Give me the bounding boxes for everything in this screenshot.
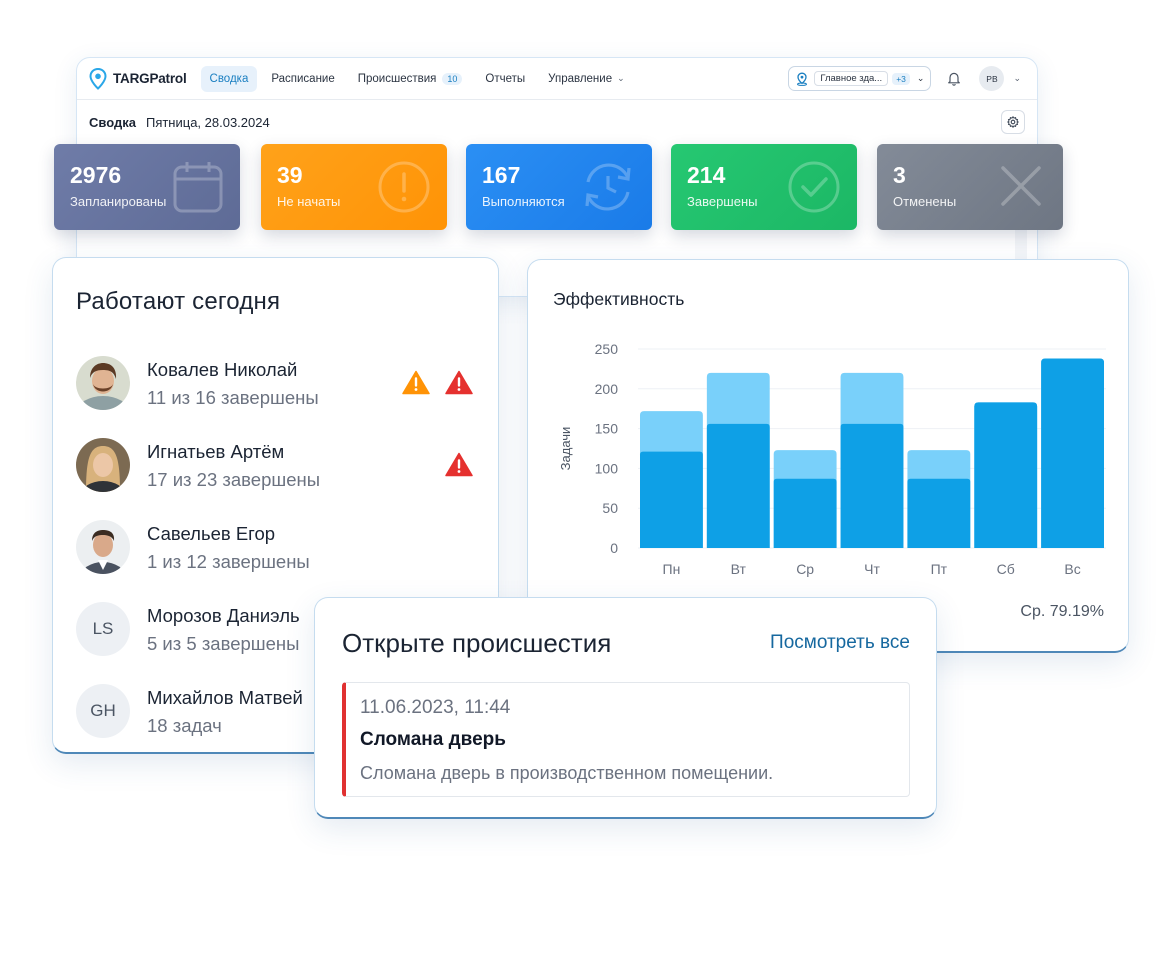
worker-row[interactable]: Савельев Егор 1 из 12 завершены — [76, 520, 496, 576]
nav-management-label: Управление — [548, 72, 613, 85]
bar-completed — [640, 451, 703, 548]
x-icon — [1001, 166, 1041, 206]
location-name: Главное зда... — [814, 71, 889, 86]
stat-card-completed[interactable]: 214 Завершены — [671, 144, 857, 230]
chevron-down-icon: ⌄ — [617, 73, 625, 83]
worker-name: Ковалев Николай — [147, 359, 298, 380]
bar-completed — [1041, 358, 1104, 548]
x-tick-label: Пт — [931, 561, 948, 577]
settings-button[interactable] — [1001, 110, 1025, 134]
y-tick-label: 250 — [595, 341, 619, 357]
page-title: Сводка — [89, 114, 136, 130]
refresh-clock-icon — [585, 163, 631, 211]
view-all-link[interactable]: Посмотреть все — [770, 632, 910, 654]
chevron-down-icon: ⌄ — [916, 73, 925, 83]
worker-progress: 18 задач — [147, 715, 222, 736]
avatar — [76, 520, 130, 574]
avatar — [76, 356, 130, 410]
worker-name: Морозов Даниэль — [147, 605, 300, 626]
x-tick-label: Вт — [731, 561, 747, 577]
y-tick-label: 200 — [595, 381, 619, 397]
incidents-panel: Открыте происшестия Посмотреть все 11.06… — [314, 597, 937, 819]
stat-card-cancelled[interactable]: 3 Отменены — [877, 144, 1063, 230]
incidents-count-badge: 10 — [442, 72, 463, 85]
worker-name: Игнатьев Артём — [147, 441, 285, 462]
x-tick-label: Чт — [864, 561, 880, 577]
efficiency-chart: 0 50 100 150 200 250 Задачи Пн Вт Ср Чт Пт Сб Вс — [558, 341, 1106, 577]
worker-progress: 5 из 5 завершены — [147, 633, 300, 654]
incident-card[interactable]: 11.06.2023, 11:44 Сломана дверь Сломана … — [342, 682, 910, 797]
efficiency-panel: Эффективность 0 50 100 150 200 250 Задачи Пн Вт С… — [527, 259, 1129, 653]
x-tick-label: Ср — [796, 561, 814, 577]
chevron-down-icon[interactable]: ⌄ — [1013, 73, 1021, 84]
top-navbar: TARGPatrol Сводка Расписание Происшестви… — [77, 58, 1037, 100]
y-tick-label: 150 — [595, 421, 619, 437]
location-pin-logo-icon — [89, 67, 107, 90]
nav-summary[interactable]: Сводка — [200, 65, 258, 92]
notifications-button[interactable] — [947, 71, 961, 86]
summary-header: Сводка Пятница, 28.03.2024 — [89, 110, 1025, 134]
x-tick-label: Пн — [663, 561, 681, 577]
incidents-title: Открыте происшестия — [342, 628, 612, 658]
nav-reports-label: Отчеты — [485, 72, 526, 85]
user-avatar[interactable]: PB — [979, 66, 1005, 91]
x-tick-label: Вс — [1064, 561, 1080, 577]
workers-title: Работают сегодня — [76, 288, 281, 315]
y-tick-label: 100 — [595, 460, 619, 476]
exclamation-circle-icon — [378, 161, 430, 213]
logo-text: TARGPatrol — [113, 71, 187, 86]
incident-title: Сломана дверь — [360, 729, 506, 750]
worker-name: Савельев Егор — [147, 523, 276, 544]
bar-completed — [840, 423, 904, 548]
avatar — [76, 438, 130, 492]
worker-row[interactable]: Игнатьев Артём 17 из 23 завершены — [76, 438, 496, 494]
incident-datetime: 11.06.2023, 11:44 — [360, 697, 511, 718]
nav-reports[interactable]: Отчеты — [476, 66, 534, 92]
bar-completed — [706, 423, 770, 548]
worker-name: Михайлов Матвей — [147, 687, 303, 708]
location-more-badge: +3 — [892, 72, 910, 85]
incident-description: Сломана дверь в производственном помещен… — [360, 763, 774, 783]
worker-progress: 1 из 12 завершены — [147, 551, 310, 572]
location-icon — [797, 72, 808, 86]
nav-schedule[interactable]: Расписание — [262, 66, 343, 92]
efficiency-average: Ср. 79.19% — [1020, 603, 1104, 620]
nav-incidents-label: Происшествия — [357, 72, 437, 85]
warning-orange-icon — [402, 370, 430, 395]
worker-progress: 11 из 16 завершены — [147, 387, 319, 408]
nav-management[interactable]: Управление ⌄ — [539, 66, 633, 92]
check-circle-icon — [788, 161, 840, 213]
nav-incidents[interactable]: Происшествия 10 — [349, 66, 472, 92]
gear-icon — [1007, 116, 1019, 128]
warning-red-icon — [445, 452, 473, 477]
worker-row[interactable]: Ковалев Николай 11 из 16 завершены — [76, 356, 496, 412]
bar-completed — [907, 478, 971, 548]
y-axis-label: Задачи — [558, 427, 573, 471]
x-tick-label: Сб — [997, 561, 1015, 577]
y-tick-label: 50 — [602, 500, 618, 516]
location-select[interactable]: Главное зда... +3 ⌄ — [788, 66, 932, 91]
y-tick-label: 0 — [610, 540, 618, 556]
nav-schedule-label: Расписание — [271, 72, 335, 85]
calendar-icon — [173, 162, 223, 213]
worker-progress: 17 из 23 завершены — [147, 469, 321, 490]
page-date: Пятница, 28.03.2024 — [145, 114, 270, 130]
stat-card-not-started[interactable]: 39 Не начаты — [261, 144, 447, 230]
logo[interactable]: TARGPatrol — [89, 67, 187, 90]
stat-card-planned[interactable]: 2976 Запланированы — [54, 144, 240, 230]
avatar: GH — [76, 684, 130, 738]
bell-icon — [948, 72, 961, 86]
nav-summary-label: Сводка — [209, 72, 249, 85]
warning-red-icon — [445, 370, 473, 395]
bar-completed — [974, 402, 1038, 548]
stat-card-in-progress[interactable]: 167 Выполняются — [466, 144, 652, 230]
avatar: LS — [76, 602, 130, 656]
navbar-right: Главное зда... +3 ⌄ PB ⌄ — [788, 66, 1025, 91]
bar-completed — [773, 478, 837, 548]
